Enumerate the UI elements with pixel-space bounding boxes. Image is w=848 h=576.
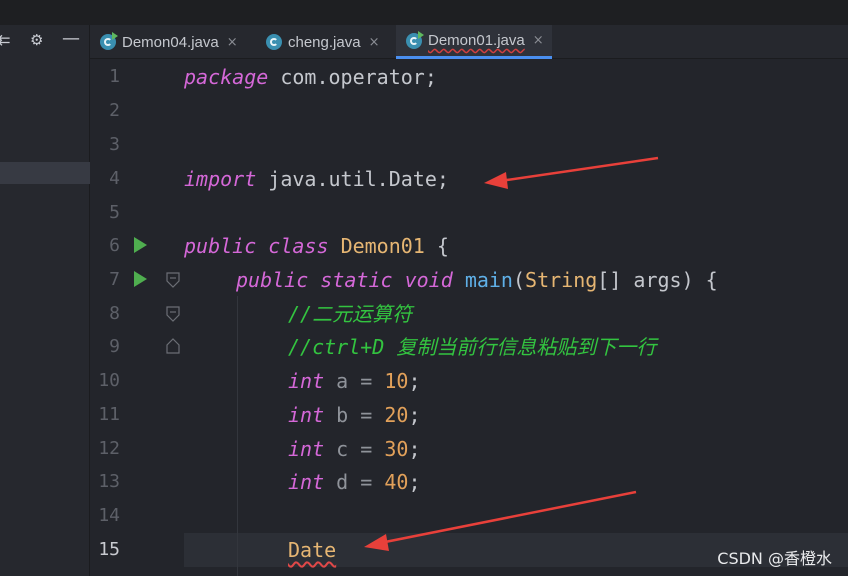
comment: //二元运算符 <box>288 302 413 326</box>
code-text: b = <box>324 403 385 427</box>
csdn-watermark: CSDN @香橙水 <box>717 549 832 568</box>
editor-gutter: 1 2 3 4 5 6 7 8 9 10 11 12 13 14 15 <box>90 60 180 576</box>
close-icon[interactable]: × <box>533 33 544 48</box>
keyword: int <box>288 437 325 461</box>
close-icon[interactable]: × <box>369 35 380 50</box>
editor-tabbar: Demon04.java × cheng.java × Demon01.java… <box>90 25 848 59</box>
close-icon[interactable]: × <box>227 35 238 50</box>
code-line-1[interactable]: package com.operator; <box>184 60 437 94</box>
line-number: 2 <box>109 100 120 121</box>
number-literal: 20 <box>384 403 409 427</box>
keyword: int <box>288 369 325 393</box>
code-text: com.operator; <box>268 65 437 89</box>
line-number: 13 <box>98 471 120 492</box>
code-line-10[interactable]: int a = 10; <box>288 364 420 398</box>
code-text: ; <box>408 369 421 393</box>
code-text: java.util.Date; <box>256 167 449 191</box>
code-line-8[interactable]: //二元运算符 <box>288 297 412 331</box>
keyword: package <box>184 65 269 89</box>
minimize-icon[interactable]: — <box>62 28 80 49</box>
java-class-icon <box>266 34 282 50</box>
code-line-12[interactable]: int c = 30; <box>288 432 420 466</box>
run-class-icon[interactable] <box>134 237 147 253</box>
code-line-9[interactable]: //ctrl+D 复制当前行信息粘贴到下一行 <box>288 330 656 364</box>
tab-cheng[interactable]: cheng.java × <box>266 25 379 59</box>
code-line-6[interactable]: public class Demon01 { <box>184 229 449 263</box>
code-text: { <box>424 234 449 258</box>
line-number: 14 <box>98 505 120 526</box>
java-class-icon <box>100 32 118 50</box>
tab-demon04[interactable]: Demon04.java × <box>100 25 238 59</box>
code-text: a = <box>324 369 385 393</box>
line-number: 10 <box>98 370 120 391</box>
annotation-arrow <box>484 156 659 189</box>
title-strip <box>0 0 848 25</box>
number-literal: 40 <box>384 470 409 494</box>
sidebar-toolbar: ⇇ ⚙ — <box>0 25 90 59</box>
line-number: 7 <box>109 269 120 290</box>
tab-label: Demon04.java <box>122 33 219 51</box>
line-number: 9 <box>109 336 120 357</box>
comment: //ctrl+D 复制当前行信息粘贴到下一行 <box>288 335 657 359</box>
keyword: class <box>268 234 329 258</box>
code-text: ; <box>408 437 421 461</box>
keyword: import <box>184 167 257 191</box>
code-text: c = <box>324 437 385 461</box>
class-name: Demon01 <box>340 234 425 258</box>
line-number: 4 <box>109 168 120 189</box>
collapse-icon[interactable]: ⇇ <box>0 31 11 49</box>
line-number: 1 <box>109 66 120 87</box>
keyword: public <box>184 234 257 258</box>
code-line-15[interactable]: Date <box>288 533 336 567</box>
tab-demon01[interactable]: Demon01.java × <box>396 25 552 59</box>
line-number-current: 15 <box>98 539 120 560</box>
keyword: public <box>236 268 309 292</box>
run-main-icon[interactable] <box>134 271 147 287</box>
tab-label: Demon01.java <box>428 32 525 49</box>
code-line-11[interactable]: int b = 20; <box>288 398 420 432</box>
code-line-7[interactable]: public static void main(String[] args) { <box>236 263 718 297</box>
line-number: 5 <box>109 202 120 223</box>
line-number: 6 <box>109 235 120 256</box>
gear-icon[interactable]: ⚙ <box>30 31 43 49</box>
number-literal: 10 <box>384 369 409 393</box>
keyword: int <box>288 470 325 494</box>
project-sidebar: ⇇ ⚙ — <box>0 25 90 576</box>
indent-guide <box>237 296 238 576</box>
sidebar-selected-row[interactable] <box>0 162 90 184</box>
line-number: 8 <box>109 303 120 324</box>
code-text: ( <box>512 268 526 292</box>
line-number: 3 <box>109 134 120 155</box>
line-number: 12 <box>98 438 120 459</box>
code-line-4[interactable]: import java.util.Date; <box>184 162 449 196</box>
code-text: [] args) { <box>597 268 718 292</box>
java-class-icon <box>406 30 424 49</box>
keyword: void <box>404 268 453 292</box>
code-text: ; <box>408 470 421 494</box>
unfold-icon[interactable] <box>166 338 180 354</box>
code-text: d = <box>324 470 385 494</box>
class-name-unresolved: Date <box>288 538 337 562</box>
line-number: 11 <box>98 404 120 425</box>
fold-icon[interactable] <box>166 272 180 288</box>
number-literal: 30 <box>384 437 409 461</box>
method-name: main <box>464 268 513 292</box>
code-line-13[interactable]: int d = 40; <box>288 465 420 499</box>
tab-label: cheng.java <box>288 33 361 51</box>
keyword: static <box>320 268 393 292</box>
fold-icon[interactable] <box>166 306 180 322</box>
keyword: int <box>288 403 325 427</box>
class-name: String <box>525 268 598 292</box>
code-text: ; <box>408 403 421 427</box>
